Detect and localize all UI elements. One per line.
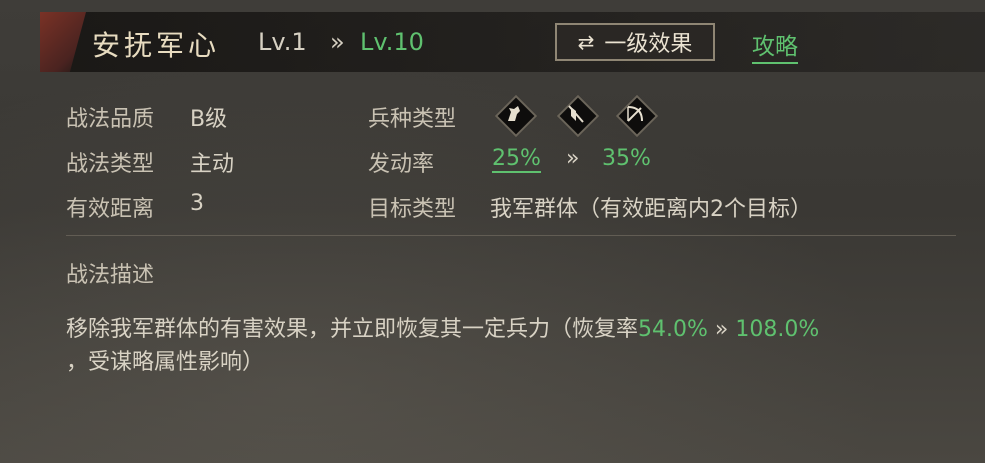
trigger-rate-to: 35% xyxy=(602,146,651,171)
cavalry-icon xyxy=(494,94,538,138)
level-to: Lv.10 xyxy=(360,28,424,56)
skill-detail-panel: 安抚军心 Lv.1 » Lv.10 ⇄ 一级效果 攻略 战法品质 B级 战法类型… xyxy=(0,0,985,463)
trigger-rate-from[interactable]: 25% xyxy=(492,146,541,173)
level-arrow: » xyxy=(330,28,345,56)
description-line-2: ，受谋略属性影响） xyxy=(66,344,264,376)
target-type-value: 我军群体（有效距离内2个目标） xyxy=(490,197,812,222)
restore-rate-arrow: » xyxy=(714,317,729,342)
description-part-1: 移除我军群体的有害效果，并立即恢复其一定兵力（恢复率 xyxy=(66,317,639,342)
restore-rate-to: 108.0% xyxy=(735,317,820,342)
type-label: 战法类型 xyxy=(66,152,155,177)
trigger-rate-arrow: » xyxy=(566,146,580,171)
level-effect-label: 一级效果 xyxy=(604,32,693,57)
trigger-rate-label: 发动率 xyxy=(368,152,435,177)
skill-name: 安抚军心 xyxy=(92,29,221,62)
level-effect-button[interactable]: ⇄ 一级效果 xyxy=(555,23,715,61)
description-part-2: ，受谋略属性影响） xyxy=(66,350,265,375)
target-type-label: 目标类型 xyxy=(368,197,457,222)
description-line-1: 移除我军群体的有害效果，并立即恢复其一定兵力（恢复率54.0% » 108.0% xyxy=(66,311,819,343)
guide-link[interactable]: 攻略 xyxy=(752,27,798,64)
header-accent xyxy=(40,12,86,72)
restore-rate-from: 54.0% xyxy=(638,317,708,342)
description-title: 战法描述 xyxy=(66,263,155,288)
level-from: Lv.1 xyxy=(258,28,307,56)
shield-icon xyxy=(556,94,600,138)
type-value: 主动 xyxy=(190,152,235,177)
swap-icon: ⇄ xyxy=(577,30,595,54)
troop-type-label: 兵种类型 xyxy=(368,107,457,132)
quality-value: B级 xyxy=(190,107,228,132)
bow-icon xyxy=(615,94,659,138)
range-value: 3 xyxy=(190,191,204,216)
range-label: 有效距离 xyxy=(66,197,155,222)
section-divider xyxy=(66,235,956,236)
quality-label: 战法品质 xyxy=(66,107,155,132)
